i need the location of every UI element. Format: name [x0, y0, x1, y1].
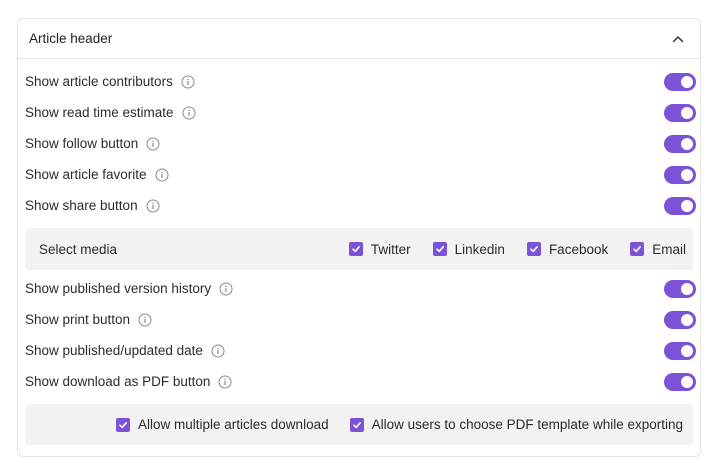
- setting-label: Show article favorite: [25, 167, 147, 182]
- select-media-label: Select media: [39, 241, 118, 257]
- setting-row-published-date: Show published/updated date: [25, 335, 696, 366]
- pdf-option-label: Allow multiple articles download: [138, 417, 329, 432]
- setting-row-contributors: Show article contributors: [25, 66, 696, 97]
- panel-title: Article header: [29, 31, 113, 46]
- setting-row-share: Show share button: [25, 190, 696, 221]
- check-icon[interactable]: [116, 417, 130, 432]
- info-icon[interactable]: [218, 375, 232, 389]
- toggle-switch[interactable]: [664, 72, 696, 91]
- info-icon[interactable]: [181, 75, 195, 89]
- info-icon[interactable]: [211, 344, 225, 358]
- setting-label: Show published version history: [25, 281, 212, 296]
- toggle-switch[interactable]: [664, 372, 696, 391]
- toggle-switch[interactable]: [664, 103, 696, 122]
- info-icon[interactable]: [219, 282, 233, 296]
- media-option-email[interactable]: Email: [630, 242, 686, 257]
- check-icon[interactable]: [349, 417, 364, 432]
- toggle-switch[interactable]: [664, 134, 696, 153]
- info-icon[interactable]: [155, 168, 169, 182]
- media-option-twitter[interactable]: Twitter: [348, 241, 411, 257]
- pdf-options-panel: Allow multiple articles download Allow u…: [25, 404, 693, 445]
- chevron-up-icon[interactable]: [668, 29, 688, 49]
- check-icon[interactable]: [432, 242, 447, 256]
- setting-label: Show print button: [25, 312, 131, 327]
- setting-row-follow: Show follow button: [25, 128, 696, 159]
- toggle-switch[interactable]: [664, 165, 696, 184]
- toggle-switch[interactable]: [664, 341, 696, 360]
- article-header-panel: Article header Show article contributors…: [17, 18, 701, 457]
- setting-row-print: Show print button: [25, 304, 696, 335]
- check-icon[interactable]: [348, 242, 363, 256]
- info-icon[interactable]: [146, 199, 160, 213]
- toggle-switch[interactable]: [664, 310, 696, 329]
- setting-label: Show published/updated date: [25, 343, 203, 358]
- media-option-label: Twitter: [370, 241, 411, 257]
- media-options: Twitter Linkedin Facebook Email: [348, 241, 686, 257]
- media-option-facebook[interactable]: Facebook: [526, 241, 609, 257]
- info-icon[interactable]: [138, 313, 152, 327]
- info-icon[interactable]: [182, 106, 196, 120]
- allow-multiple-download-checkbox[interactable]: Allow multiple articles download: [116, 417, 329, 432]
- setting-label: Show read time estimate: [25, 105, 174, 120]
- media-option-linkedin[interactable]: Linkedin: [432, 241, 505, 257]
- setting-row-favorite: Show article favorite: [25, 159, 696, 190]
- setting-row-download-pdf: Show download as PDF button: [25, 366, 696, 397]
- setting-label: Show follow button: [25, 136, 139, 151]
- setting-label: Show article contributors: [25, 74, 173, 89]
- allow-choose-template-checkbox[interactable]: Allow users to choose PDF template while…: [349, 417, 683, 432]
- check-icon[interactable]: [526, 242, 541, 256]
- setting-label: Show share button: [25, 198, 138, 213]
- setting-row-read-time: Show read time estimate: [25, 97, 696, 128]
- panel-header[interactable]: Article header: [18, 19, 700, 59]
- media-option-label: Facebook: [548, 241, 609, 257]
- toggle-switch[interactable]: [664, 196, 696, 215]
- media-option-label: Email: [652, 241, 686, 257]
- setting-label: Show download as PDF button: [25, 374, 211, 389]
- toggle-switch[interactable]: [664, 279, 696, 298]
- setting-row-version-history: Show published version history: [25, 273, 696, 304]
- select-media-panel: Select media Twitter Linkedin Facebook E…: [25, 228, 693, 270]
- media-option-label: Linkedin: [454, 241, 505, 257]
- pdf-option-label: Allow users to choose PDF template while…: [371, 417, 683, 432]
- check-icon[interactable]: [630, 242, 645, 256]
- info-icon[interactable]: [146, 137, 160, 151]
